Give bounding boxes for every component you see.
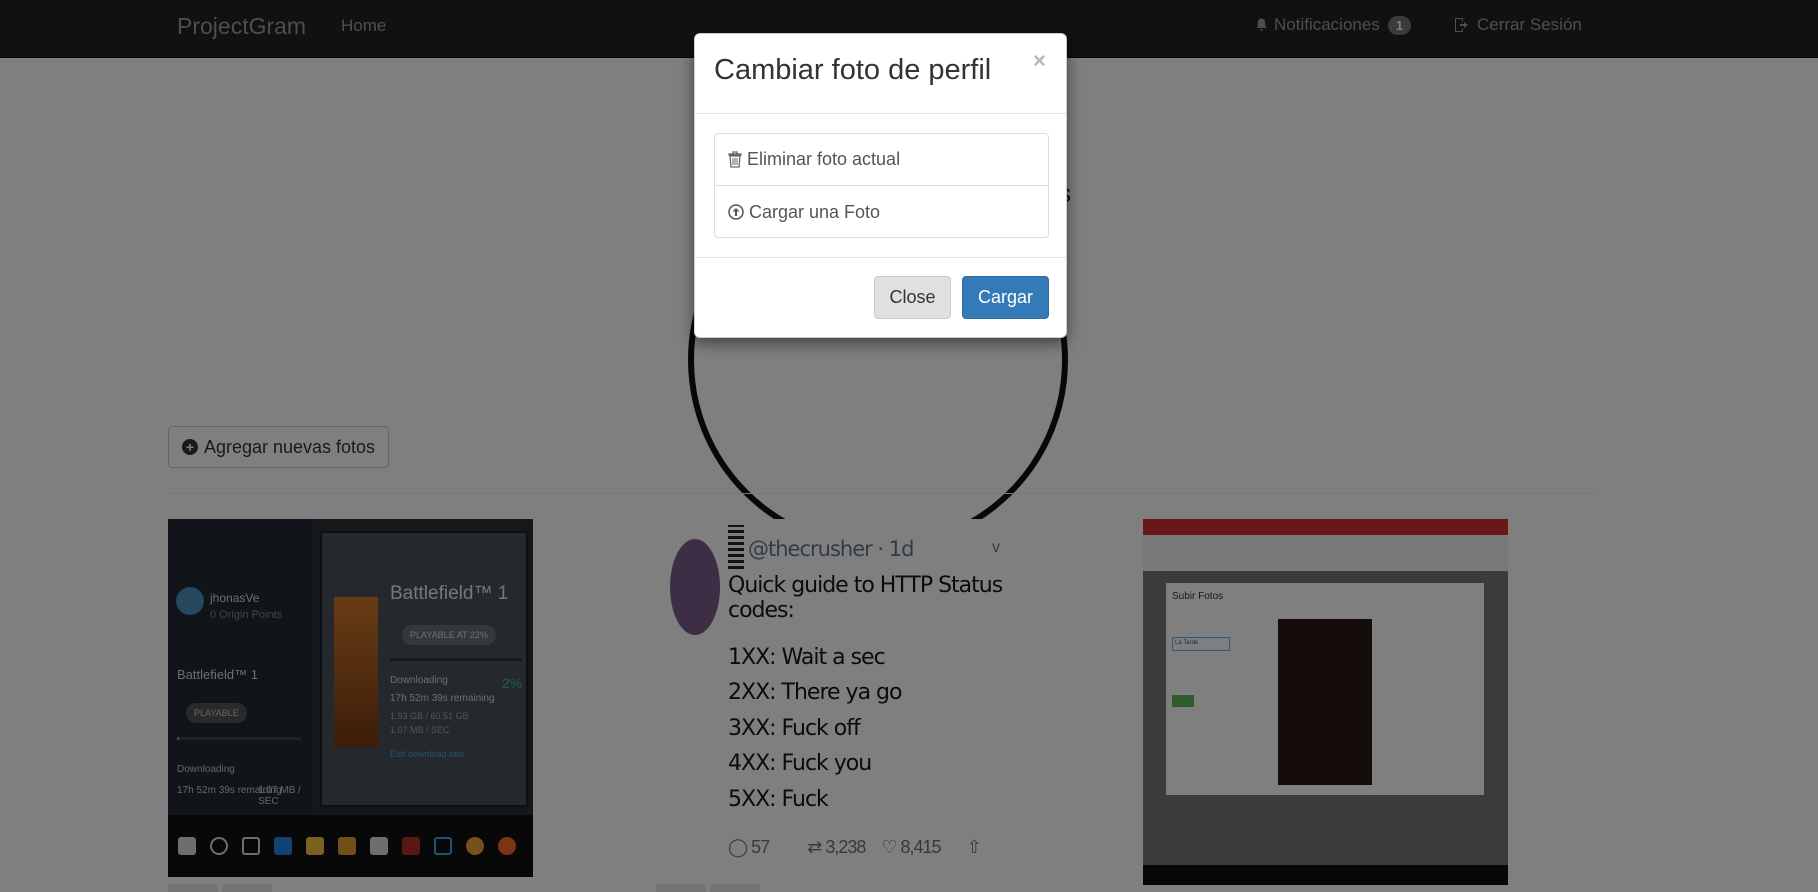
upload-circle-icon bbox=[728, 204, 744, 220]
upload-button[interactable]: Cargar bbox=[962, 276, 1049, 319]
delete-photo-option[interactable]: Eliminar foto actual bbox=[715, 134, 1048, 186]
photo-options-list: Eliminar foto actual Cargar una Foto bbox=[714, 133, 1049, 238]
upload-photo-label: Cargar una Foto bbox=[749, 201, 881, 222]
modal-title: Cambiar foto de perfil bbox=[714, 54, 992, 86]
trash-icon bbox=[728, 151, 742, 168]
modal-header-divider bbox=[695, 113, 1066, 114]
modal-footer-divider bbox=[695, 257, 1066, 258]
upload-photo-option[interactable]: Cargar una Foto bbox=[715, 186, 1048, 238]
close-icon[interactable]: × bbox=[1033, 48, 1046, 74]
change-profile-photo-modal: Cambiar foto de perfil × Eliminar foto a… bbox=[694, 33, 1067, 338]
delete-photo-label: Eliminar foto actual bbox=[747, 149, 901, 169]
close-button[interactable]: Close bbox=[874, 276, 951, 319]
